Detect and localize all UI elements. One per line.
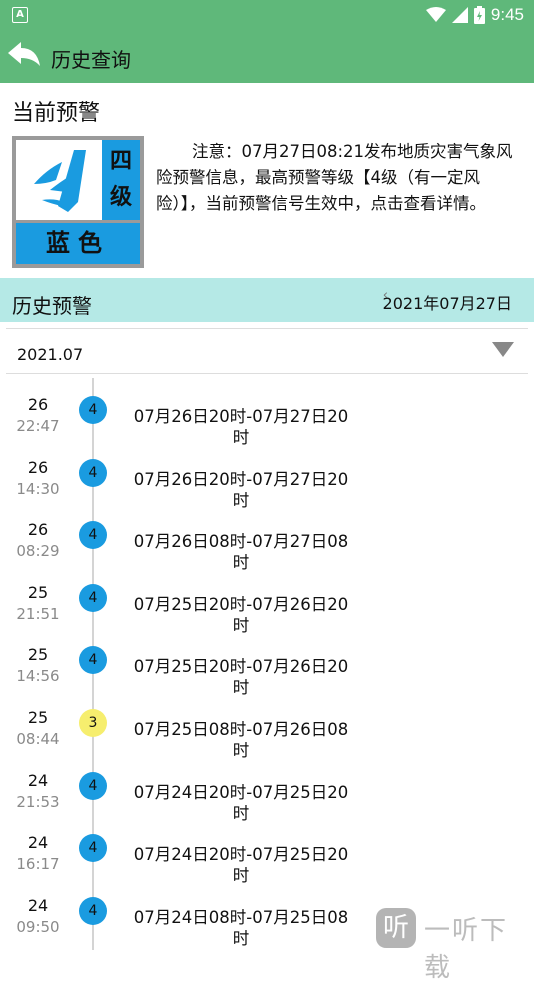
record-time: 16:17 <box>16 855 60 874</box>
warning-record[interactable]: 25 08:44 3 07月25日08时-07月26日08 时 <box>0 694 534 760</box>
app-bar: 历史查询 <box>0 30 534 83</box>
landslide-icon <box>34 150 86 212</box>
status-icons: 9:45 <box>425 3 524 27</box>
record-day: 26 <box>27 520 49 540</box>
record-period-line2: 时 <box>232 928 250 948</box>
record-period: 07月26日08时-07月27日08 时 <box>126 531 356 573</box>
warning-level-badge[interactable]: 四级 蓝色 <box>12 136 144 268</box>
history-title: 历史预警 <box>12 294 92 318</box>
record-time: 09:50 <box>16 917 60 936</box>
record-period: 07月24日08时-07月25日08 时 <box>126 907 356 949</box>
watermark-logo-icon: 听 <box>376 908 416 948</box>
badge-level-chars: 四级 <box>110 149 133 210</box>
warning-record[interactable]: 26 22:47 4 07月26日20时-07月27日20 时 <box>0 381 534 447</box>
record-level-badge: 3 <box>79 709 107 737</box>
record-period-line1: 07月25日20时-07月26日20 <box>133 594 349 614</box>
signal-icon <box>451 7 468 23</box>
month-value: 2021.07 <box>17 345 84 364</box>
record-time: 14:30 <box>16 479 60 498</box>
record-period-line1: 07月26日20时-07月27日20 <box>133 469 349 489</box>
record-day: 25 <box>27 582 49 602</box>
badge-color-text: 蓝色 <box>16 223 140 264</box>
record-day: 24 <box>27 895 49 915</box>
warning-record[interactable]: 24 21:53 4 07月24日20时-07月25日20 时 <box>0 757 534 823</box>
warning-notice[interactable]: 注意：07月27日08:21发布地质灾害气象风险预警信息，最高预警等级【4级（有… <box>156 139 518 217</box>
record-period: 07月26日20时-07月27日20 时 <box>126 469 356 511</box>
warning-record[interactable]: 24 16:17 4 07月24日20时-07月25日20 时 <box>0 819 534 885</box>
record-period-line1: 07月24日08时-07月25日08 <box>133 907 349 927</box>
dropdown-arrow-icon[interactable] <box>492 342 514 357</box>
record-period-line1: 07月24日20时-07月25日20 <box>133 782 349 802</box>
record-period-line1: 07月26日08时-07月27日08 <box>133 532 349 552</box>
notification-icon: A <box>12 7 28 23</box>
record-level-badge: 4 <box>79 896 107 925</box>
record-day: 24 <box>27 833 49 853</box>
clock: 9:45 <box>490 5 524 24</box>
record-time: 22:47 <box>16 417 60 435</box>
record-time: 08:44 <box>16 730 60 748</box>
record-period-line1: 07月26日20时-07月27日20 <box>133 407 349 426</box>
record-level-badge: 4 <box>79 583 107 612</box>
watermark-text: 一听下载 <box>424 916 509 983</box>
record-day: 25 <box>27 645 49 665</box>
warning-record[interactable]: 25 21:51 4 07月25日20时-07月26日20 时 <box>0 569 534 635</box>
page-title: 历史查询 <box>51 48 131 72</box>
record-time: 14:56 <box>16 667 60 686</box>
record-period: 07月25日20时-07月26日20 时 <box>126 656 356 698</box>
landslide-image <box>16 140 102 220</box>
back-arrow-icon[interactable] <box>6 39 42 73</box>
status-bar: A 9:45 <box>0 0 534 30</box>
record-period-line1: 07月25日20时-07月26日20 <box>133 657 349 677</box>
record-day: 26 <box>27 395 49 414</box>
badge-level-text: 四级 <box>102 140 140 220</box>
record-period: 07月25日20时-07月26日20 时 <box>126 594 356 636</box>
record-level-badge: 4 <box>79 771 107 800</box>
watermark: 听 一听下载 <box>374 906 534 983</box>
warning-record[interactable]: 26 14:30 4 07月26日20时-07月27日20 时 <box>0 444 534 510</box>
record-period: 07月24日20时-07月25日20 时 <box>126 844 356 886</box>
record-time: 21:51 <box>16 604 60 623</box>
battery-icon <box>473 6 485 24</box>
history-header: 历史预警 ‹ 2021年07月27日 <box>0 278 534 322</box>
record-period: 07月24日20时-07月25日20 时 <box>126 782 356 824</box>
record-day: 26 <box>27 457 49 477</box>
record-day: 24 <box>27 770 49 790</box>
record-time: 08:29 <box>16 542 60 561</box>
wifi-icon <box>425 7 446 22</box>
record-time: 21:53 <box>16 792 60 811</box>
record-level-badge: 4 <box>79 521 107 550</box>
record-period-line1: 07月25日08时-07月26日08 <box>133 720 349 739</box>
record-level-badge: 4 <box>79 396 107 424</box>
record-period: 07月26日20时-07月27日20 时 <box>126 406 356 448</box>
record-period: 07月25日08时-07月26日08 时 <box>126 719 356 761</box>
record-level-badge: 4 <box>79 458 107 487</box>
warning-record[interactable]: 26 08:29 4 07月26日08时-07月27日08 时 <box>0 506 534 572</box>
current-warning-title: 当前预警 <box>12 101 101 126</box>
record-level-badge: 4 <box>79 834 107 863</box>
record-day: 25 <box>27 708 49 727</box>
record-period-line1: 07月24日20时-07月25日20 <box>133 845 349 865</box>
warning-record[interactable]: 25 14:56 4 07月25日20时-07月26日20 时 <box>0 631 534 697</box>
record-level-badge: 4 <box>79 646 107 675</box>
history-date-picker[interactable]: 2021年07月27日 <box>383 290 512 314</box>
month-selector[interactable]: 2021.07 <box>6 328 528 374</box>
